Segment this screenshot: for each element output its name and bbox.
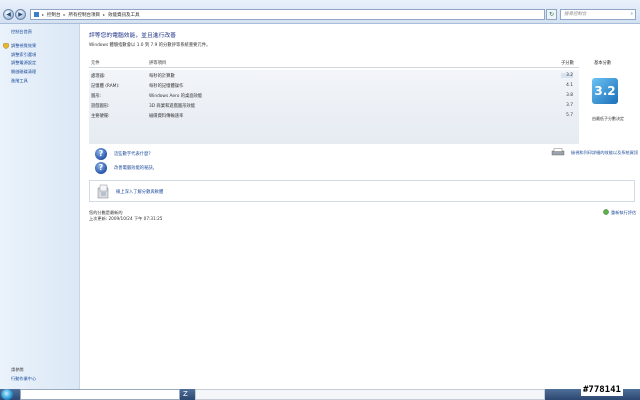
row-component: 處理器: <box>91 74 106 79</box>
base-score-caption: 由最低子分數決定 <box>592 116 624 121</box>
row-subscore: 3.8 <box>566 93 573 98</box>
software-box-icon <box>97 184 109 199</box>
base-score-badge: 3.2 <box>592 78 618 104</box>
row-subscore: 5.7 <box>566 113 573 118</box>
row-subscore: 3.2 <box>561 73 573 78</box>
address-bar[interactable]: ▸ 控制台 ▸ 所有控制台項目 ▸ 效能資訊及工具 <box>30 9 545 20</box>
table-row: 記憶體 (RAM): 每秒的記憶體操作 4.1 <box>89 82 579 91</box>
breadcrumb-separator-icon: ▸ <box>42 12 45 17</box>
sidebar-item-visual-effects[interactable]: 調整視覺效果 <box>11 43 36 49</box>
help-link-meaning[interactable]: 這些數字代表什麼? <box>114 151 151 157</box>
sidebar-item-indexing[interactable]: 調整索引選項 <box>11 52 36 58</box>
sidebar-home-link[interactable]: 控制台首頁 <box>11 29 32 35</box>
row-component: 圖形: <box>91 94 102 99</box>
forward-arrow-icon: ▶ <box>18 11 23 18</box>
learn-more-link[interactable]: 線上深入了解分數與軟體 <box>116 189 163 195</box>
taskbar-panel <box>195 389 545 400</box>
row-rated: 每秒的記憶體操作 <box>149 84 184 89</box>
breadcrumb-all-items[interactable]: 所有控制台項目 <box>69 12 101 18</box>
breadcrumb-separator-icon: ▸ <box>103 12 106 17</box>
row-rated: Windows Aero 的桌面效能 <box>149 94 203 99</box>
sidebar-item-power[interactable]: 調整電源設定 <box>11 60 36 66</box>
sidebar-action-center-link[interactable]: 行動作業中心 <box>11 376 36 382</box>
breadcrumb-separator-icon: ▸ <box>63 12 66 17</box>
page-subtitle: Windows 體驗指數會以 1.0 到 7.9 的分數評等系統重要元件。 <box>89 43 211 48</box>
column-header-component: 元件 <box>91 61 100 66</box>
help-link-tips[interactable]: 改善電腦效能的秘訣。 <box>114 165 157 171</box>
rerun-assessment-link[interactable]: 重新執行評估 <box>611 210 636 216</box>
row-component: 遊戲圖形: <box>91 104 110 109</box>
help-icon: ? <box>95 148 107 160</box>
control-panel-icon <box>34 12 39 17</box>
see-also-label: 請參閱 <box>11 367 24 372</box>
rerun-icon <box>603 209 609 215</box>
row-subscore: 3.7 <box>566 103 573 108</box>
page-title: 評等您的電腦效能，並且進行改善 <box>89 33 176 39</box>
refresh-icon: ↻ <box>548 11 555 18</box>
breadcrumb-performance[interactable]: 效能資訊及工具 <box>108 12 140 18</box>
row-rated: 每秒的計算數 <box>149 74 175 79</box>
table-row: 處理器: 每秒的計算數 3.2 <box>89 72 579 81</box>
table-row: 主要硬碟: 磁碟資料傳輸速率 5.7 <box>89 112 579 121</box>
header-divider <box>89 67 579 68</box>
sidebar: 控制台首頁 調整視覺效果 調整索引選項 調整電源設定 開啟磁碟清理 進階工具 請… <box>0 24 80 389</box>
forward-button[interactable]: ▶ <box>15 9 26 20</box>
column-header-rated: 評等項目 <box>149 61 167 66</box>
help-icon: ? <box>95 162 107 174</box>
column-header-basescore: 基本分數 <box>594 61 612 66</box>
table-row: 遊戲圖形: 3D 商業和遊戲圖形效能 3.7 <box>89 102 579 111</box>
search-icon: ⌕ <box>630 12 633 17</box>
column-header-subscore: 子分數 <box>561 61 574 66</box>
taskbar: Z <box>0 389 640 400</box>
score-table: 元件 評等項目 子分數 基本分數 處理器: 每秒的計算數 3.2 記憶體 (RA… <box>89 60 633 144</box>
taskbar-input[interactable] <box>20 389 180 400</box>
row-rated: 磁碟資料傳輸速率 <box>149 114 184 119</box>
back-button[interactable]: ◀ <box>3 9 14 20</box>
print-details-link[interactable]: 檢視和列印詳細的效能以及系統資訊 <box>571 150 638 156</box>
printer-icon <box>551 148 565 156</box>
last-updated-text: 上次更新: 2009/10/24 下午 07:31:25 <box>89 216 163 221</box>
shield-icon <box>3 43 9 49</box>
row-rated: 3D 商業和遊戲圖形效能 <box>149 104 196 109</box>
breadcrumb-control-panel[interactable]: 控制台 <box>47 12 61 18</box>
search-input[interactable]: 搜尋控制台 ⌕ <box>560 9 636 20</box>
sidebar-item-disk-cleanup[interactable]: 開啟磁碟清理 <box>11 69 36 75</box>
address-toolbar: ◀ ▶ ▸ 控制台 ▸ 所有控制台項目 ▸ 效能資訊及工具 ↻ 搜尋控制台 ⌕ <box>0 0 640 24</box>
start-button[interactable] <box>1 389 13 400</box>
main-content: 評等您的電腦效能，並且進行改善 Windows 體驗指數會以 1.0 到 7.9… <box>81 24 640 389</box>
sidebar-item-advanced-tools[interactable]: 進階工具 <box>11 78 28 84</box>
table-row: 圖形: Windows Aero 的桌面效能 3.8 <box>89 92 579 101</box>
row-component: 主要硬碟: <box>91 114 110 119</box>
back-arrow-icon: ◀ <box>6 11 11 18</box>
refresh-button[interactable]: ↻ <box>546 9 557 20</box>
base-score-panel: 3.2 由最低子分數決定 <box>585 70 631 144</box>
info-box: 線上深入了解分數與軟體 <box>89 180 635 202</box>
row-component: 記憶體 (RAM): <box>91 84 120 89</box>
row-subscore: 4.1 <box>566 83 573 88</box>
taskbar-glyph-icon: Z <box>183 390 188 398</box>
watermark-text: #778141 <box>581 384 623 396</box>
search-placeholder: 搜尋控制台 <box>564 12 587 17</box>
